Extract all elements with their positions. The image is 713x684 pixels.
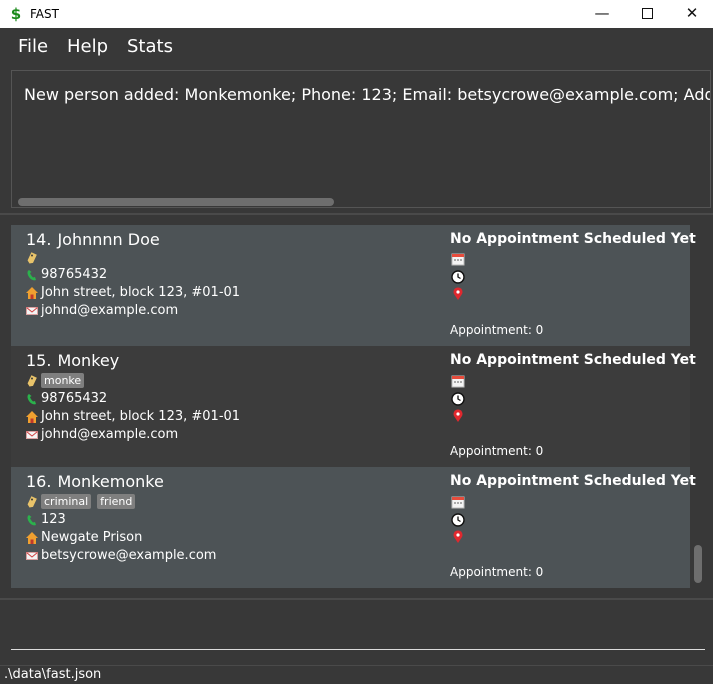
calendar-icon — [451, 373, 465, 388]
clock-icon — [451, 269, 465, 284]
email-row: johnd@example.com — [26, 303, 178, 319]
email-text: johnd@example.com — [41, 303, 179, 318]
phone-number: 98765432 — [41, 267, 108, 282]
tag-icon — [26, 374, 38, 387]
person-name-line: 14. Johnnnn Doe — [26, 231, 160, 249]
tag-label: friend — [97, 494, 136, 509]
phone-icon — [26, 393, 38, 405]
status-bar: .\data\fast.json — [0, 665, 713, 684]
person-name-line: 16. Monkemonke — [26, 473, 164, 491]
minimize-button[interactable]: — — [579, 0, 625, 28]
tags-row: criminal friend — [26, 494, 141, 509]
phone-row: 98765432 — [26, 267, 107, 283]
clock-icon — [451, 391, 465, 406]
appointment-count: Appointment: 0 — [450, 565, 544, 579]
phone-number: 123 — [41, 512, 66, 527]
appointment-title: No Appointment Scheduled Yet — [450, 231, 696, 247]
appointment-count: Appointment: 0 — [450, 323, 544, 337]
person-name: Monkey — [57, 351, 120, 370]
command-input-underline — [11, 649, 705, 650]
menu-help[interactable]: Help — [67, 37, 108, 57]
maximize-button[interactable] — [624, 0, 670, 28]
result-display[interactable]: New person added: Monkemonke; Phone: 123… — [11, 70, 711, 208]
phone-icon — [26, 269, 38, 281]
envelope-icon — [26, 305, 38, 317]
appointment-title: No Appointment Scheduled Yet — [450, 473, 696, 489]
close-button[interactable]: ✕ — [669, 0, 713, 28]
tag-label: criminal — [41, 494, 92, 509]
address-text: John street, block 123, #01-01 — [41, 409, 241, 424]
house-icon — [26, 532, 38, 544]
email-text: johnd@example.com — [41, 427, 179, 442]
minimize-icon: — — [594, 4, 610, 22]
result-display-panel: New person added: Monkemonke; Phone: 123… — [0, 65, 713, 215]
address-row: Newgate Prison — [26, 530, 142, 546]
email-row: betsycrowe@example.com — [26, 548, 216, 564]
appointment-title: No Appointment Scheduled Yet — [450, 352, 696, 368]
tags-row — [26, 252, 41, 264]
email-row: johnd@example.com — [26, 427, 178, 443]
envelope-icon — [26, 550, 38, 562]
location-pin-icon — [451, 408, 465, 422]
tags-row: monke — [26, 373, 90, 388]
calendar-icon — [451, 494, 465, 509]
person-name: Monkemonke — [57, 472, 164, 491]
menu-bar: File Help Stats — [0, 28, 713, 65]
tag-icon — [26, 252, 38, 264]
close-icon: ✕ — [685, 4, 699, 22]
phone-number: 98765432 — [41, 391, 108, 406]
person-index: 14. — [26, 230, 52, 249]
email-text: betsycrowe@example.com — [41, 548, 217, 563]
envelope-icon — [26, 429, 38, 441]
dollar-app-icon: $ — [10, 5, 22, 23]
command-box[interactable] — [0, 598, 713, 665]
location-pin-icon — [451, 286, 465, 300]
house-icon — [26, 411, 38, 423]
address-text: Newgate Prison — [41, 530, 143, 545]
vertical-scrollbar[interactable] — [694, 545, 702, 583]
person-index: 15. — [26, 351, 52, 370]
appointment-count: Appointment: 0 — [450, 444, 544, 458]
house-icon — [26, 287, 38, 299]
person-name: Johnnnn Doe — [57, 230, 160, 249]
menu-file[interactable]: File — [18, 37, 48, 57]
window-title: FAST — [30, 7, 59, 21]
phone-icon — [26, 514, 38, 526]
maximize-icon — [641, 8, 653, 19]
person-name-line: 15. Monkey — [26, 352, 119, 370]
clock-icon — [451, 512, 465, 527]
person-index: 16. — [26, 472, 52, 491]
person-card[interactable]: 14. Johnnnn Doe 98765432 John street, blo… — [11, 225, 696, 346]
tag-label: monke — [41, 373, 85, 388]
tag-icon — [26, 495, 38, 508]
address-text: John street, block 123, #01-01 — [41, 285, 241, 300]
location-pin-icon — [451, 529, 465, 543]
phone-row: 123 — [26, 512, 66, 528]
menu-stats[interactable]: Stats — [127, 37, 173, 57]
command-input[interactable] — [11, 624, 705, 646]
person-card[interactable]: 16. Monkemonke criminal friend 123 Newgat… — [11, 467, 696, 588]
address-row: John street, block 123, #01-01 — [26, 285, 240, 301]
person-card[interactable]: 15. Monkey monke 98765432 John street, bl… — [11, 346, 696, 467]
data-file-path: .\data\fast.json — [4, 667, 102, 682]
phone-row: 98765432 — [26, 391, 107, 407]
calendar-icon — [451, 251, 465, 266]
address-row: John street, block 123, #01-01 — [26, 409, 240, 425]
title-bar: $ FAST — ✕ — [0, 0, 713, 28]
result-text: New person added: Monkemonke; Phone: 123… — [24, 85, 710, 104]
horizontal-scrollbar[interactable] — [18, 198, 334, 206]
person-list[interactable]: 14. Johnnnn Doe 98765432 John street, blo… — [0, 215, 713, 597]
